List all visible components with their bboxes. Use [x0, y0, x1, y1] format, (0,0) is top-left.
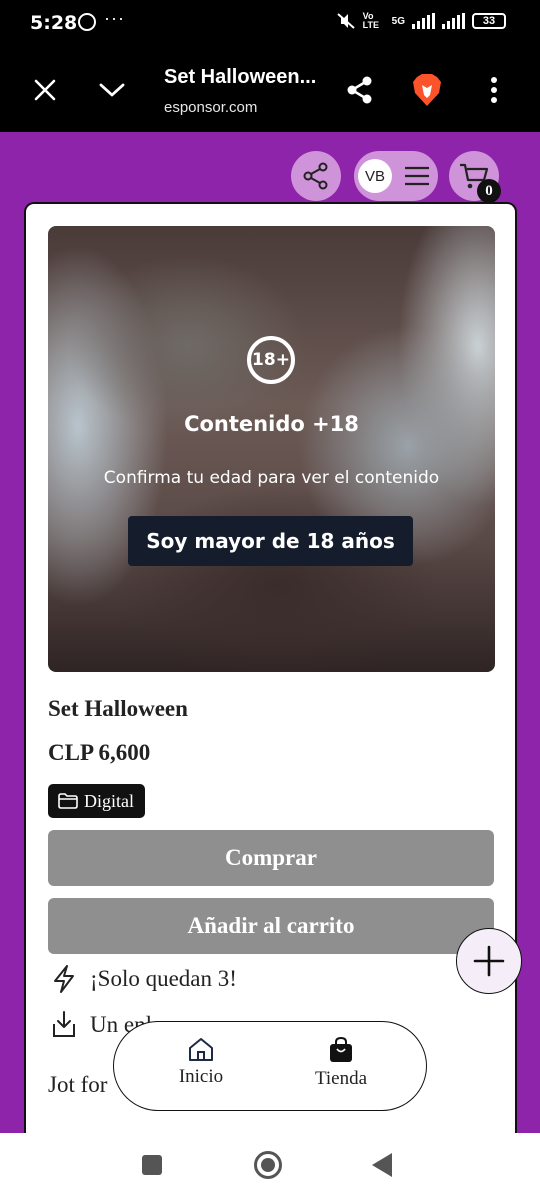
browser-url: esponsor.com [164, 99, 258, 116]
signal-icon-2 [442, 13, 465, 29]
chevron-down-icon[interactable] [92, 70, 132, 110]
product-price: CLP 6,600 [48, 740, 151, 765]
status-right-icons: Vo LTE 5G 33 [336, 12, 506, 30]
category-chip: Digital [48, 784, 145, 818]
home-icon [189, 1038, 213, 1061]
download-icon [53, 1011, 75, 1037]
home-button-icon[interactable] [254, 1151, 282, 1179]
header-share-button[interactable] [291, 151, 341, 201]
age-gate-title: Contenido +18 [184, 412, 359, 436]
brave-lion-icon[interactable] [407, 70, 447, 110]
cart-button[interactable]: 0 [449, 151, 501, 203]
folder-icon [58, 793, 78, 809]
close-icon[interactable] [25, 70, 65, 110]
shopping-bag-icon [330, 1036, 352, 1062]
stock-note-text: ¡Solo quedan 3! [90, 966, 237, 991]
add-fab-button[interactable] [456, 928, 522, 994]
system-nav-bar [0, 1133, 540, 1200]
browser-page-title: Set Halloween... [164, 66, 317, 88]
bottom-nav: Inicio Tienda [113, 1021, 427, 1111]
share-icon [303, 162, 328, 190]
avatar: VB [358, 159, 392, 193]
more-dots-icon: ··· [104, 8, 125, 28]
volte-label: Vo LTE [362, 11, 379, 30]
status-time: 5:28 [30, 12, 78, 34]
recents-icon[interactable] [142, 1155, 162, 1175]
nav-item-tienda[interactable]: Tienda [286, 1036, 396, 1090]
network-label: 5G [391, 15, 405, 27]
age-gate-subtitle: Confirma tu edad para ver el contenido [103, 468, 440, 488]
nav-item-inicio[interactable]: Inicio [146, 1036, 256, 1088]
product-card: 18+ Contenido +18 Confirma tu edad para … [24, 202, 517, 1142]
plus-icon [473, 945, 505, 977]
account-menu-button[interactable]: VB [354, 151, 438, 201]
stock-note: ¡Solo quedan 3! [50, 964, 237, 994]
category-label: Digital [84, 790, 134, 811]
product-title: Set Halloween [48, 696, 188, 721]
whatsapp-icon [78, 13, 96, 31]
nav-label-tienda: Tienda [314, 1068, 368, 1089]
share-icon[interactable] [340, 70, 380, 110]
menu-dots-icon[interactable] [474, 70, 514, 110]
nav-label-inicio: Inicio [178, 1066, 224, 1087]
battery-icon: 33 [472, 13, 506, 29]
signal-icon [412, 13, 435, 29]
browser-toolbar: Set Halloween... esponsor.com [0, 48, 540, 132]
lightning-icon [54, 965, 74, 993]
description-text: Jot for [48, 1072, 108, 1097]
back-icon[interactable] [372, 1153, 392, 1177]
mute-icon [336, 13, 355, 29]
status-bar: 5:28 ··· Vo LTE 5G 33 [0, 0, 540, 48]
hamburger-icon [405, 166, 429, 186]
buy-button[interactable]: Comprar [48, 830, 494, 886]
age-18-icon: 18+ [247, 336, 295, 384]
cart-count-badge: 0 [477, 179, 501, 203]
product-media-blurred: 18+ Contenido +18 Confirma tu edad para … [48, 226, 495, 672]
add-to-cart-button[interactable]: Añadir al carrito [48, 898, 494, 954]
confirm-age-button[interactable]: Soy mayor de 18 años [128, 516, 413, 566]
